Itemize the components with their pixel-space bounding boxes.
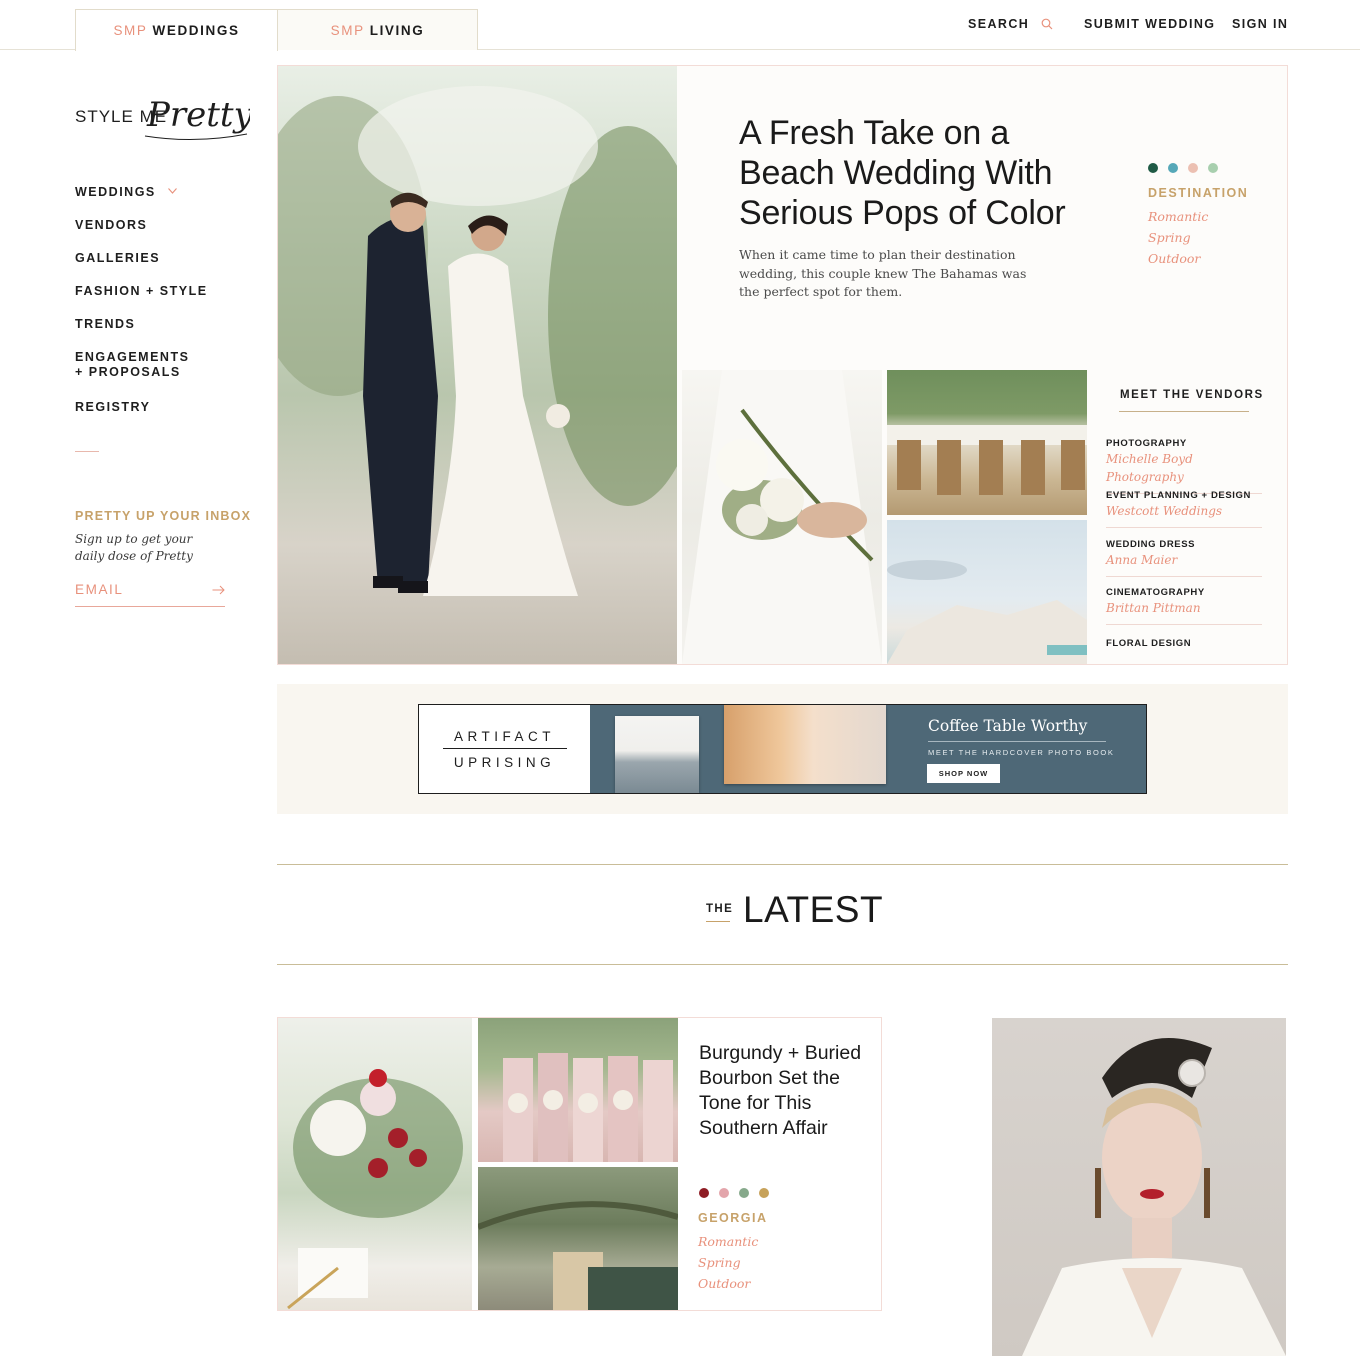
- sidebar-item-galleries[interactable]: GALLERIES: [75, 251, 225, 266]
- sidebar-item-weddings[interactable]: WEDDINGS: [75, 185, 225, 200]
- latest-prefix-rule: [706, 921, 730, 922]
- sidebar-item-trends[interactable]: TRENDS: [75, 317, 225, 332]
- vendors-underline: [1119, 411, 1249, 412]
- vendor-item: PHOTOGRAPHY Michelle Boyd Photography: [1106, 437, 1262, 494]
- ad-brand-line-1: ARTIFACT: [453, 729, 555, 744]
- vendor-role: PHOTOGRAPHY: [1106, 438, 1187, 449]
- beach-tent-photo[interactable]: [887, 520, 1087, 664]
- section-rule: [277, 864, 1288, 865]
- category-link[interactable]: DESTINATION: [1148, 186, 1248, 200]
- palette-swatch: [699, 1188, 709, 1198]
- palette-swatch: [739, 1188, 749, 1198]
- tab-smp-living[interactable]: SMP LIVING: [277, 9, 478, 50]
- tag-list: Romantic Spring Outdoor: [698, 1231, 758, 1294]
- palette-swatch: [1168, 163, 1178, 173]
- sidebar-item-engagements-proposals[interactable]: ENGAGEMENTS + PROPOSALS: [75, 350, 200, 380]
- ad-shop-now-button[interactable]: SHOP NOW: [927, 764, 1000, 783]
- email-placeholder: EMAIL: [75, 582, 124, 597]
- ad-brand-rule: [443, 748, 567, 749]
- vendor-item: EVENT PLANNING + DESIGN Westcott Wedding…: [1106, 489, 1262, 528]
- tab-prefix: SMP: [330, 22, 365, 38]
- tag-link[interactable]: Outdoor: [1148, 248, 1208, 269]
- style-me-pretty-logo[interactable]: STYLE ME Pretty: [75, 92, 250, 144]
- vendor-role: WEDDING DRESS: [1106, 539, 1196, 550]
- latest-heading: LATEST: [743, 889, 884, 930]
- tag-link[interactable]: Outdoor: [698, 1273, 758, 1294]
- oak-trees-chapel-photo[interactable]: [478, 1167, 678, 1310]
- search-label: SEARCH: [968, 17, 1030, 31]
- newsletter-text: Sign up to get your daily dose of Pretty: [75, 532, 193, 563]
- palette-swatch: [759, 1188, 769, 1198]
- palette-swatch: [1208, 163, 1218, 173]
- article-title[interactable]: Burgundy + Buried Bourbon Set the Tone f…: [699, 1041, 869, 1141]
- palette-swatch: [1148, 163, 1158, 173]
- vendor-name-link[interactable]: Westcott Weddings: [1106, 502, 1262, 520]
- tab-label: LIVING: [369, 22, 425, 38]
- sign-in-link[interactable]: SIGN IN: [1232, 17, 1288, 31]
- tag-link[interactable]: Romantic: [698, 1231, 758, 1252]
- palette-swatch: [719, 1188, 729, 1198]
- tag-link[interactable]: Romantic: [1148, 206, 1208, 227]
- latest-prefix: THE: [706, 903, 734, 915]
- ad-headline-rule: [928, 741, 1106, 742]
- tab-label: WEDDINGS: [152, 23, 240, 38]
- newsletter-title: PRETTY UP YOUR INBOX: [75, 509, 252, 523]
- couple-photo[interactable]: [278, 66, 677, 664]
- email-field[interactable]: EMAIL: [75, 580, 225, 607]
- tab-smp-weddings[interactable]: SMP WEDDINGS: [75, 9, 278, 51]
- tab-prefix: SMP: [113, 23, 148, 38]
- ad-brand-line-2: UPRISING: [453, 755, 556, 770]
- palette-swatch: [1188, 163, 1198, 173]
- category-link[interactable]: GEORGIA: [698, 1211, 768, 1225]
- featured-description: When it came time to plan their destinat…: [739, 247, 1027, 299]
- vendor-role: FLORAL DESIGN: [1106, 638, 1192, 649]
- ad-open-book-image: [724, 705, 886, 784]
- sidebar-item-vendors[interactable]: VENDORS: [75, 218, 225, 233]
- search-link[interactable]: SEARCH: [968, 17, 1053, 31]
- bridal-fashion-photo[interactable]: [992, 1018, 1286, 1356]
- search-icon: [1041, 18, 1053, 30]
- color-palette: [699, 1188, 769, 1198]
- centerpiece-photo[interactable]: [278, 1018, 472, 1310]
- bridesmaids-photo[interactable]: [478, 1018, 678, 1162]
- tag-list: Romantic Spring Outdoor: [1148, 206, 1208, 269]
- ad-headline: Coffee Table Worthy: [928, 717, 1088, 735]
- logo-text-right: Pretty: [146, 95, 250, 135]
- arrow-right-icon[interactable]: [212, 585, 225, 595]
- featured-title[interactable]: A Fresh Take on a Beach Wedding With Ser…: [739, 113, 1079, 233]
- vendor-role: EVENT PLANNING + DESIGN: [1106, 490, 1251, 501]
- vendor-item: WEDDING DRESS Anna Maier: [1106, 538, 1262, 577]
- reception-table-photo[interactable]: [887, 370, 1087, 515]
- ad-brand-logo: ARTIFACT UPRISING: [419, 705, 590, 793]
- vendor-item: FLORAL DESIGN: [1106, 637, 1262, 657]
- vendors-title: MEET THE VENDORS: [1120, 389, 1264, 401]
- bouquet-photo[interactable]: [682, 370, 882, 664]
- artifact-uprising-ad[interactable]: ARTIFACT UPRISING Coffee Table Worthy ME…: [418, 704, 1147, 794]
- submit-wedding-link[interactable]: SUBMIT WEDDING: [1084, 17, 1215, 31]
- sidebar-item-registry[interactable]: REGISTRY: [75, 400, 225, 415]
- sidebar-item-label: WEDDINGS: [75, 185, 156, 199]
- color-palette: [1148, 163, 1218, 173]
- vendor-name-link[interactable]: Michelle Boyd Photography: [1106, 450, 1262, 486]
- vendor-name-link[interactable]: Brittan Pittman: [1106, 599, 1262, 617]
- sidebar-divider: [75, 451, 99, 452]
- vendor-name-link[interactable]: Anna Maier: [1106, 551, 1262, 569]
- sidebar-item-fashion-style[interactable]: FASHION + STYLE: [75, 284, 225, 299]
- vendor-item: CINEMATOGRAPHY Brittan Pittman: [1106, 586, 1262, 625]
- vendor-role: CINEMATOGRAPHY: [1106, 587, 1205, 598]
- chevron-down-icon: [167, 188, 177, 194]
- section-rule: [277, 964, 1288, 965]
- tag-link[interactable]: Spring: [1148, 227, 1208, 248]
- tag-link[interactable]: Spring: [698, 1252, 758, 1273]
- ad-subline: MEET THE HARDCOVER PHOTO BOOK: [928, 748, 1115, 757]
- ad-book-image: [615, 716, 699, 793]
